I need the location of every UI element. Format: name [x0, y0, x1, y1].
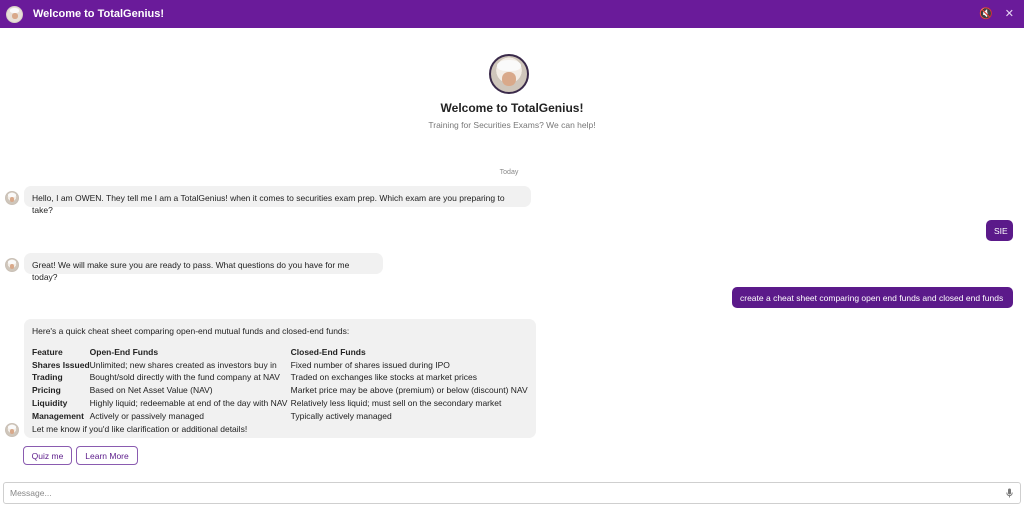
comparison-table: Feature Open-End Funds Closed-End Funds …: [32, 346, 528, 423]
owen-logo-avatar: [6, 5, 23, 23]
table-cell: Unlimited; new shares created as investo…: [89, 359, 277, 370]
table-cell: Actively or passively managed: [89, 410, 204, 421]
user-message: create a cheat sheet comparing open end …: [732, 287, 1013, 308]
table-cell: Relatively less liquid; must sell on the…: [290, 397, 502, 408]
table-header-cell: Open-End Funds: [89, 346, 159, 357]
chat-header: Welcome to TotalGenius! 🔇 ✕: [0, 0, 1024, 28]
message-composer: [3, 482, 1021, 504]
quiz-me-button[interactable]: Quiz me: [23, 446, 72, 465]
bot-message: Hello, I am OWEN. They tell me I am a To…: [24, 186, 531, 215]
welcome-title: Welcome to TotalGenius!: [440, 101, 584, 115]
table-cell: Based on Net Asset Value (NAV): [89, 385, 213, 396]
table-cell-feature: Trading: [32, 372, 63, 383]
table-cell-feature: Shares Issued: [32, 359, 90, 370]
table-header-cell: Feature: [32, 346, 63, 357]
bot-avatar: [5, 423, 19, 437]
table-cell: Highly liquid; redeemable at end of the …: [89, 397, 288, 408]
header-title: Welcome to TotalGenius!: [33, 8, 164, 20]
table-row: Trading Bought/sold directly with the fu…: [32, 371, 528, 384]
table-cell: Market price may be above (premium) or b…: [290, 385, 528, 396]
table-row: Liquidity Highly liquid; redeemable at e…: [32, 397, 528, 410]
learn-more-button[interactable]: Learn More: [76, 446, 138, 465]
cheat-sheet-message: Here's a quick cheat sheet comparing ope…: [24, 319, 536, 438]
user-message: SIE: [986, 220, 1013, 241]
close-icon[interactable]: ✕: [1005, 0, 1014, 28]
table-cell-feature: Management: [32, 410, 84, 421]
bot-avatar: [5, 258, 19, 272]
table-cell: Traded on exchanges like stocks at marke…: [290, 372, 477, 383]
day-separator: Today: [499, 169, 519, 176]
table-cell-feature: Pricing: [32, 385, 61, 396]
microphone-icon[interactable]: [1004, 487, 1014, 499]
cheat-sheet-outro: Let me know if you'd like clarification …: [32, 423, 248, 434]
cheat-sheet-intro: Here's a quick cheat sheet comparing ope…: [32, 326, 350, 336]
table-cell-feature: Liquidity: [32, 397, 68, 408]
welcome-subtitle: Training for Securities Exams? We can he…: [428, 120, 596, 130]
message-input[interactable]: [10, 488, 1004, 498]
owen-hero-avatar: [489, 54, 529, 94]
table-cell: Typically actively managed: [290, 410, 392, 421]
bot-avatar: [5, 191, 19, 205]
speaker-mute-icon[interactable]: 🔇: [979, 0, 993, 28]
table-cell: Bought/sold directly with the fund compa…: [89, 372, 280, 383]
table-row: Management Actively or passively managed…: [32, 410, 528, 423]
table-header-cell: Closed-End Funds: [290, 346, 366, 357]
table-row: Shares Issued Unlimited; new shares crea…: [32, 359, 528, 372]
bot-message: Great! We will make sure you are ready t…: [24, 253, 383, 282]
table-header-row: Feature Open-End Funds Closed-End Funds: [32, 346, 528, 359]
table-cell: Fixed number of shares issued during IPO: [290, 359, 450, 370]
table-row: Pricing Based on Net Asset Value (NAV) M…: [32, 384, 528, 397]
